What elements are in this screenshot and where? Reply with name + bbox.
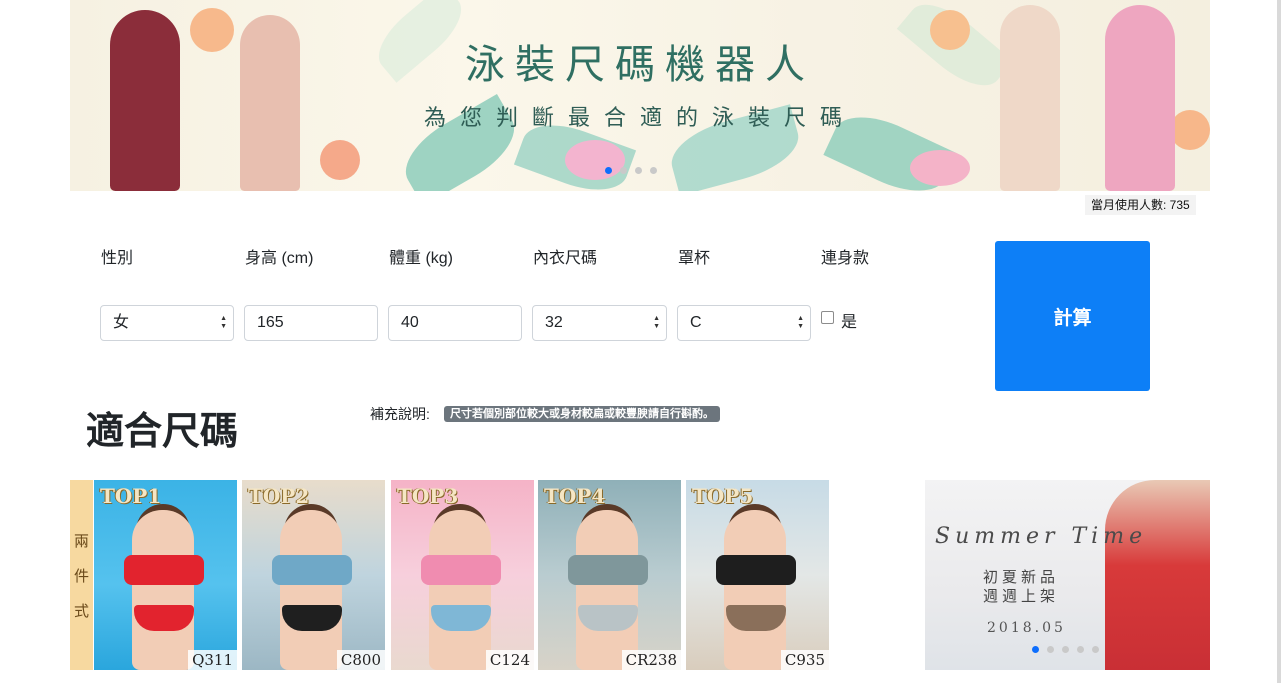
category-char-1: 兩 bbox=[73, 531, 89, 550]
product-rank: TOP2 bbox=[248, 484, 310, 508]
banner-indicator-4[interactable] bbox=[650, 167, 657, 174]
product-card-top4[interactable]: TOP4 CR238 bbox=[538, 480, 681, 670]
height-label: 身高 (cm) bbox=[245, 250, 314, 267]
product-rank: TOP3 bbox=[397, 484, 459, 508]
promo-indicators bbox=[1032, 646, 1099, 653]
note-label: 補充說明: bbox=[370, 406, 430, 422]
bra-size-label: 內衣尺碼 bbox=[533, 250, 598, 267]
height-input[interactable]: 165 bbox=[244, 305, 378, 341]
weight-input[interactable]: 40 bbox=[388, 305, 522, 341]
gender-select[interactable]: 女 bbox=[100, 305, 234, 341]
banner-indicator-3[interactable] bbox=[635, 167, 642, 174]
banner-indicator-1[interactable] bbox=[605, 167, 612, 174]
bra-size-select[interactable]: 32 bbox=[532, 305, 667, 341]
promo-line-2: 週週上架 bbox=[983, 587, 1060, 605]
window-edge bbox=[1277, 0, 1281, 683]
weight-input-value: 40 bbox=[401, 314, 419, 331]
one-piece-checkbox[interactable] bbox=[821, 311, 834, 324]
product-code: C800 bbox=[336, 650, 385, 670]
category-tab: 兩 件 式 bbox=[70, 480, 93, 670]
height-input-value: 165 bbox=[257, 314, 284, 331]
one-piece-label: 連身款 bbox=[821, 250, 870, 267]
product-code: CR238 bbox=[621, 650, 681, 670]
results-title: 適合尺碼 bbox=[86, 409, 239, 453]
gender-select-value: 女 bbox=[113, 314, 130, 331]
hero-banner[interactable]: 泳裝尺碼機器人 為您判斷最合適的泳裝尺碼 bbox=[70, 0, 1210, 191]
calculate-button[interactable]: 計算 bbox=[995, 241, 1150, 391]
product-rank: TOP4 bbox=[544, 484, 606, 508]
note-badge: 尺寸若個別部位較大或身材較扁或較豐腴請自行斟酌。 bbox=[444, 406, 720, 422]
product-card-top5[interactable]: TOP5 C935 bbox=[686, 480, 829, 670]
promo-date: 2018.05 bbox=[987, 620, 1066, 636]
product-rank: TOP5 bbox=[692, 484, 754, 508]
promo-indicator-3[interactable] bbox=[1062, 646, 1069, 653]
one-piece-checkbox-label[interactable]: 是 bbox=[841, 308, 857, 332]
promo-indicator-5[interactable] bbox=[1092, 646, 1099, 653]
promo-indicator-4[interactable] bbox=[1077, 646, 1084, 653]
product-card-top3[interactable]: TOP3 C124 bbox=[391, 480, 534, 670]
cup-select-value: C bbox=[690, 314, 702, 331]
banner-indicators bbox=[605, 167, 657, 174]
monthly-usage-count: 當月使用人數: 735 bbox=[1085, 195, 1196, 215]
category-char-2: 件 bbox=[73, 566, 89, 585]
category-char-3: 式 bbox=[73, 601, 89, 620]
weight-label: 體重 (kg) bbox=[389, 250, 454, 267]
promo-indicator-1[interactable] bbox=[1032, 646, 1039, 653]
product-card-top2[interactable]: TOP2 C800 bbox=[242, 480, 385, 670]
cup-select[interactable]: C bbox=[677, 305, 811, 341]
promo-banner[interactable]: Summer Time 初夏新品 週週上架 2018.05 bbox=[925, 480, 1210, 670]
banner-title: 泳裝尺碼機器人 bbox=[465, 42, 815, 88]
product-code: Q311 bbox=[188, 650, 237, 670]
banner-indicator-2[interactable] bbox=[620, 167, 627, 174]
product-code: C124 bbox=[485, 650, 534, 670]
product-card-top1[interactable]: TOP1 Q311 bbox=[94, 480, 237, 670]
product-rank: TOP1 bbox=[100, 484, 162, 508]
banner-subtitle: 為您判斷最合適的泳裝尺碼 bbox=[423, 106, 856, 131]
product-code: C935 bbox=[780, 650, 829, 670]
promo-indicator-2[interactable] bbox=[1047, 646, 1054, 653]
promo-line-1: 初夏新品 bbox=[983, 568, 1060, 586]
gender-label: 性別 bbox=[101, 250, 134, 267]
bra-size-select-value: 32 bbox=[545, 314, 563, 331]
cup-label: 罩杯 bbox=[678, 250, 711, 267]
promo-script-text: Summer Time bbox=[935, 524, 1148, 549]
promo-model-image bbox=[1105, 480, 1210, 670]
